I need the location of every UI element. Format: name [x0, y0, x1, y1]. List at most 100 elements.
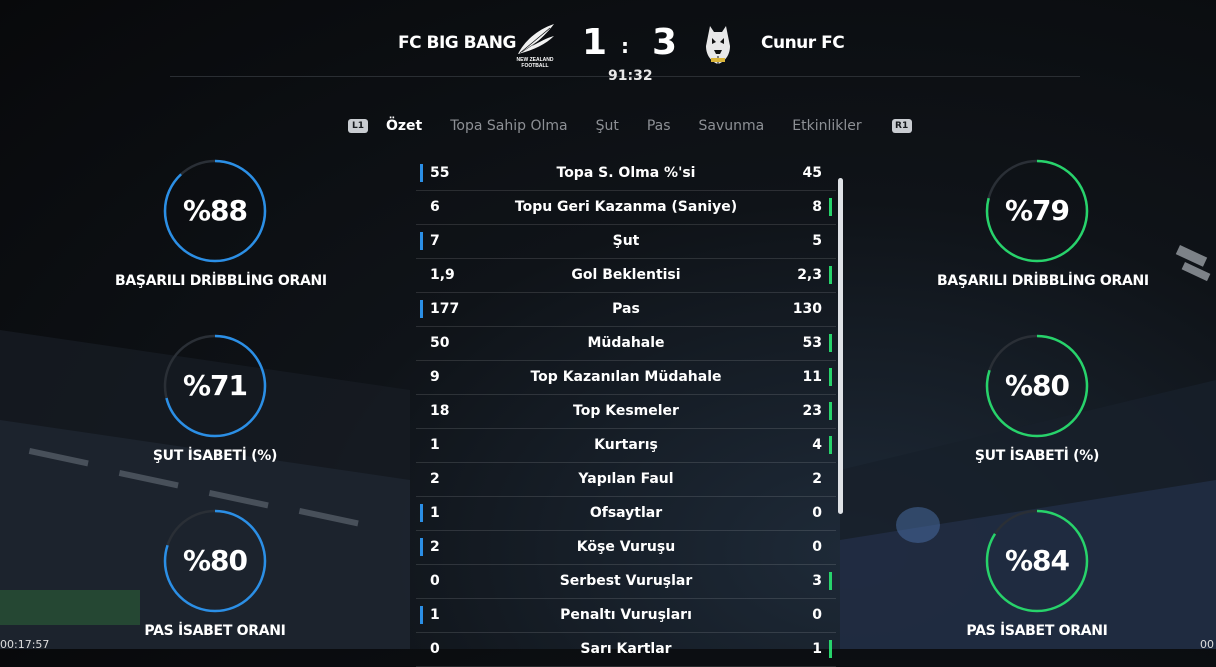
stat-row: 1,9 Gol Beklentisi 2,3 — [416, 259, 836, 293]
home-score: 1 — [582, 22, 608, 63]
home-dribbling-stat: %88 BAŞARILI DRİBBLİNG ORANI — [115, 159, 327, 289]
away-stat-value: 2 — [812, 471, 822, 487]
home-stat-value: 18 — [430, 403, 450, 419]
away-pass-accuracy-stat: %84 PAS İSABET ORANI — [937, 509, 1137, 639]
away-stat-value: 3 — [812, 573, 822, 589]
tab-passes[interactable]: Pas — [647, 118, 671, 134]
home-leader-bar — [420, 606, 423, 624]
home-stat-value: 1 — [430, 607, 440, 623]
away-stat-value: 45 — [802, 165, 822, 181]
away-leader-bar — [829, 334, 832, 352]
away-team-crest-icon — [700, 22, 736, 66]
stat-name: Şut — [612, 233, 640, 249]
home-leader-bar — [420, 538, 423, 556]
ring-value: %80 — [1004, 369, 1070, 402]
away-leader-bar — [829, 572, 832, 590]
away-stat-value: 4 — [812, 437, 822, 453]
home-stat-value: 7 — [430, 233, 440, 249]
away-stat-value: 130 — [792, 301, 822, 317]
away-leader-bar — [829, 436, 832, 454]
home-stat-value: 55 — [430, 165, 450, 181]
stat-name: Gol Beklentisi — [571, 267, 681, 283]
away-stat-value: 5 — [812, 233, 822, 249]
stat-name: Pas — [612, 301, 640, 317]
stat-name: Köşe Vuruşu — [576, 539, 676, 555]
away-leader-bar — [829, 198, 832, 216]
stat-name: Müdahale — [587, 335, 665, 351]
stat-row: 55 Topa S. Olma %'si 45 — [416, 157, 836, 191]
away-score: 3 — [652, 22, 678, 63]
ring-label: BAŞARILI DRİBBLİNG ORANI — [115, 273, 327, 289]
stat-name: Sarı Kartlar — [580, 641, 672, 657]
away-stat-value: 8 — [812, 199, 822, 215]
home-leader-bar — [420, 300, 423, 318]
away-stat-value: 11 — [802, 369, 822, 385]
home-stat-value: 2 — [430, 539, 440, 555]
stat-name: Top Kazanılan Müdahale — [530, 369, 722, 385]
stat-name: Serbest Vuruşlar — [559, 573, 693, 589]
home-stat-value: 0 — [430, 573, 440, 589]
home-leader-bar — [420, 504, 423, 522]
stat-row: 0 Serbest Vuruşlar 3 — [416, 565, 836, 599]
ring-chart: %71 — [163, 334, 267, 438]
ring-value: %71 — [182, 369, 248, 402]
home-stat-value: 9 — [430, 369, 440, 385]
stat-name: Ofsaytlar — [589, 505, 663, 521]
stat-row: 50 Müdahale 53 — [416, 327, 836, 361]
away-stat-value: 0 — [812, 539, 822, 555]
home-shot-accuracy-stat: %71 ŞUT İSABETİ (%) — [115, 334, 315, 464]
tab-defense[interactable]: Savunma — [699, 118, 765, 134]
away-leader-bar — [829, 640, 832, 658]
stat-row: 9 Top Kazanılan Müdahale 11 — [416, 361, 836, 395]
home-stat-value: 1,9 — [430, 267, 455, 283]
ring-value: %88 — [182, 194, 248, 227]
stat-row: 1 Penaltı Vuruşları 0 — [416, 599, 836, 633]
ring-value: %79 — [1004, 194, 1070, 227]
home-team-name: FC BIG BANG — [398, 33, 516, 53]
ring-chart: %80 — [163, 509, 267, 613]
tab-summary[interactable]: Özet — [386, 118, 422, 134]
score-separator: : — [621, 34, 629, 58]
away-stat-value: 53 — [802, 335, 822, 351]
away-shot-accuracy-stat: %80 ŞUT İSABETİ (%) — [937, 334, 1137, 464]
home-stat-value: 1 — [430, 505, 440, 521]
ring-chart: %79 — [985, 159, 1089, 263]
timestamp-left: 00:17:57 — [0, 638, 50, 651]
home-leader-bar — [420, 232, 423, 250]
ring-chart: %84 — [985, 509, 1089, 613]
home-stat-value: 1 — [430, 437, 440, 453]
stat-name: Penaltı Vuruşları — [560, 607, 692, 623]
tab-events[interactable]: Etkinlikler — [792, 118, 861, 134]
match-stats-table[interactable]: 55 Topa S. Olma %'si 45 6 Topu Geri Kazanma … — [416, 157, 836, 667]
stat-name: Topa S. Olma %'si — [556, 165, 696, 181]
home-pass-accuracy-stat: %80 PAS İSABET ORANI — [115, 509, 315, 639]
stats-scrollbar[interactable] — [838, 178, 843, 514]
ring-chart: %88 — [163, 159, 267, 263]
away-leader-bar — [829, 402, 832, 420]
home-stat-value: 50 — [430, 335, 450, 351]
away-leader-bar — [829, 368, 832, 386]
away-dribbling-stat: %79 BAŞARILI DRİBBLİNG ORANI — [937, 159, 1149, 289]
ring-chart: %80 — [985, 334, 1089, 438]
l1-button-icon[interactable]: L1 — [348, 119, 368, 133]
tab-shots[interactable]: Şut — [596, 118, 619, 134]
ring-label: PAS İSABET ORANI — [966, 623, 1108, 639]
stat-name: Topu Geri Kazanma (Saniye) — [514, 199, 738, 215]
away-stat-value: 2,3 — [797, 267, 822, 283]
away-leader-bar — [829, 266, 832, 284]
stats-tab-bar: L1 Özet Topa Sahip Olma Şut Pas Savunma … — [348, 115, 912, 137]
ring-value: %84 — [1004, 544, 1070, 577]
match-clock: 91:32 — [608, 68, 653, 84]
ring-label: ŞUT İSABETİ (%) — [974, 448, 1100, 464]
away-stat-value: 0 — [812, 505, 822, 521]
ring-value: %80 — [182, 544, 248, 577]
away-stat-value: 0 — [812, 607, 822, 623]
tab-possession[interactable]: Topa Sahip Olma — [450, 118, 567, 134]
away-team-name: Cunur FC — [761, 33, 845, 53]
svg-text:FOOTBALL: FOOTBALL — [521, 63, 548, 69]
stat-row: 0 Sarı Kartlar 1 — [416, 633, 836, 667]
scoreboard-header: FC BIG BANG NEW ZEALAND FOOTBALL 1 : 3 C… — [0, 0, 1216, 100]
ring-label: PAS İSABET ORANI — [144, 623, 286, 639]
r1-button-icon[interactable]: R1 — [891, 119, 912, 133]
home-stat-value: 0 — [430, 641, 440, 657]
